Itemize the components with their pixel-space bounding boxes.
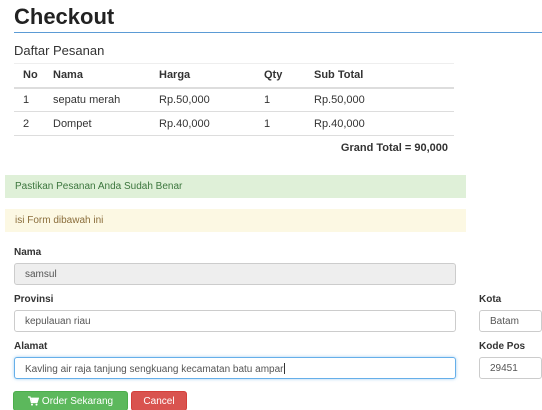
order-now-button[interactable]: Order Sekarang — [13, 391, 128, 410]
column-header-harga: Harga — [150, 63, 255, 89]
text-cursor — [283, 363, 285, 374]
provinsi-field[interactable]: kepulauan riau — [14, 310, 456, 332]
cell-no: 1 — [14, 87, 44, 112]
table-row: 1 sepatu merah Rp.50,000 1 Rp.50,000 — [14, 87, 454, 112]
cell-nama: sepatu merah — [44, 87, 150, 112]
grand-total: Grand Total = 90,000 — [14, 135, 454, 160]
cell-nama: Dompet — [44, 111, 150, 136]
cell-subtotal: Rp.50,000 — [305, 87, 454, 112]
order-now-label: Order Sekarang — [41, 396, 114, 407]
kota-label: Kota — [479, 294, 502, 305]
cell-harga: Rp.40,000 — [150, 111, 255, 136]
confirm-alert: Pastikan Pesanan Anda Sudah Benar — [5, 175, 466, 198]
alamat-label: Alamat — [14, 341, 48, 352]
shopping-cart-icon — [27, 396, 40, 409]
kota-field[interactable]: Batam — [479, 310, 542, 332]
cell-subtotal: Rp.40,000 — [305, 111, 454, 136]
grand-total-row: Grand Total = 90,000 — [14, 135, 454, 160]
cell-harga: Rp.50,000 — [150, 87, 255, 112]
form-instruction-alert: isi Form dibawah ini — [5, 209, 466, 232]
order-list-title: Daftar Pesanan — [14, 43, 105, 58]
column-header-qty: Qty — [255, 63, 305, 89]
kode-pos-label: Kode Pos — [479, 341, 526, 352]
cancel-button[interactable]: Cancel — [131, 391, 187, 410]
cell-qty: 1 — [255, 111, 305, 136]
nama-label: Nama — [14, 247, 42, 258]
nama-field[interactable]: samsul — [14, 263, 456, 285]
column-header-subtotal: Sub Total — [305, 63, 454, 89]
title-divider — [14, 32, 542, 33]
column-header-no: No — [14, 63, 44, 89]
column-header-nama: Nama — [44, 63, 150, 89]
cell-qty: 1 — [255, 87, 305, 112]
cell-no: 2 — [14, 111, 44, 136]
order-table: No Nama Harga Qty Sub Total 1 sepatu mer… — [14, 63, 454, 160]
table-header-row: No Nama Harga Qty Sub Total — [14, 63, 454, 89]
provinsi-label: Provinsi — [14, 294, 54, 305]
alamat-field-text: Kavling air raja tanjung sengkuang kecam… — [25, 364, 284, 375]
alamat-field[interactable]: Kavling air raja tanjung sengkuang kecam… — [14, 357, 456, 379]
table-row: 2 Dompet Rp.40,000 1 Rp.40,000 — [14, 111, 454, 136]
page-title: Checkout — [14, 4, 115, 29]
kode-pos-field[interactable]: 29451 — [479, 357, 542, 379]
